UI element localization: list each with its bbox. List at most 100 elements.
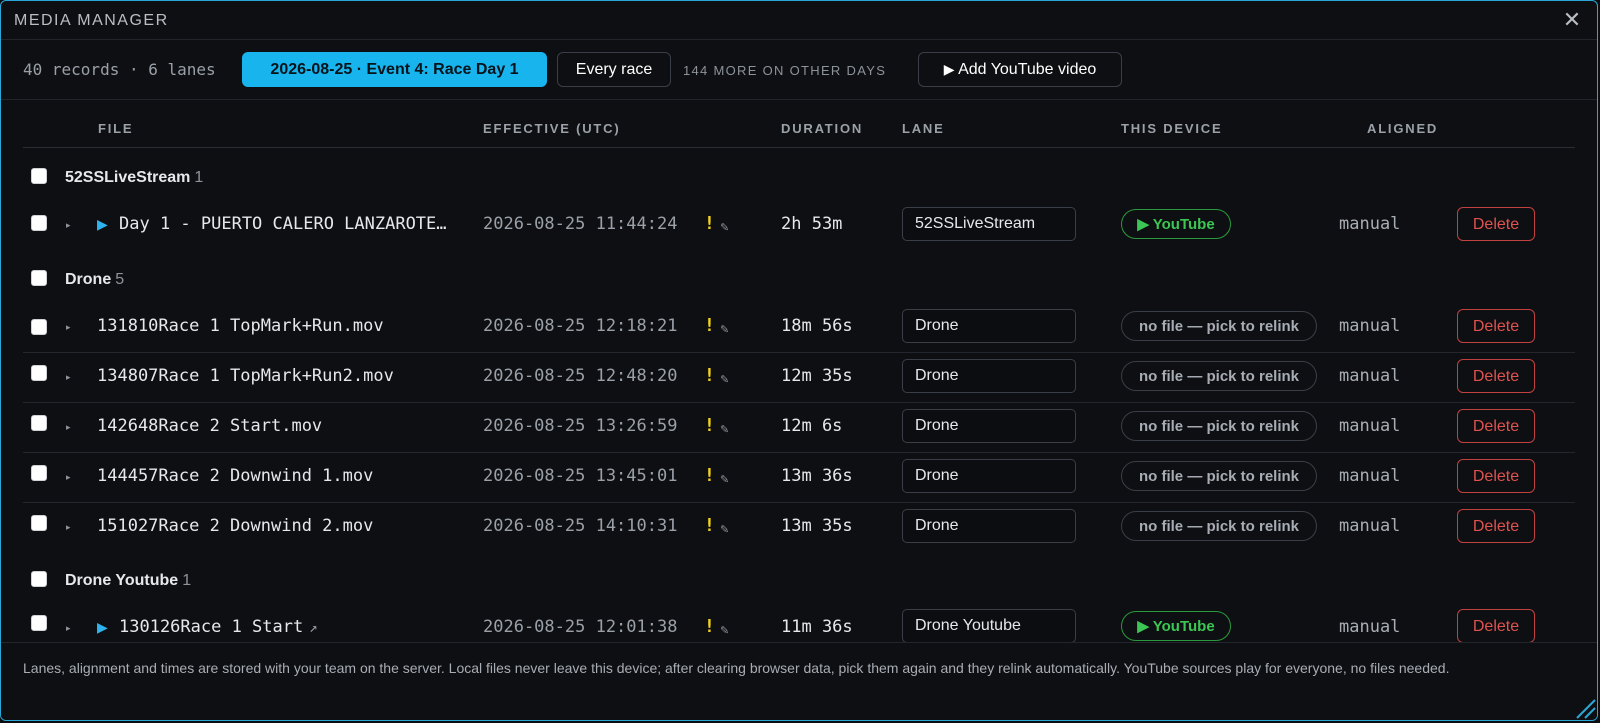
expand-caret-icon[interactable]: ▸ — [66, 472, 71, 483]
group-checkbox[interactable] — [31, 168, 47, 184]
every-race-button[interactable]: Every race — [557, 52, 671, 87]
footer-note: Lanes, alignment and times are stored wi… — [23, 660, 1450, 676]
delete-button[interactable]: Delete — [1457, 609, 1535, 643]
relink-file-button[interactable]: no file — pick to relink — [1121, 411, 1317, 441]
lane-input[interactable] — [902, 309, 1076, 343]
row-checkbox[interactable] — [31, 215, 47, 231]
resize-handle-icon[interactable] — [1571, 694, 1597, 720]
group-header: 52SSLiveStream 1 — [1, 159, 1597, 199]
column-lane: LANE — [902, 121, 945, 136]
youtube-badge[interactable]: ▶ YouTube — [1121, 209, 1231, 239]
delete-button[interactable]: Delete — [1457, 207, 1535, 241]
expand-caret-icon[interactable]: ▸ — [66, 422, 71, 433]
delete-button[interactable]: Delete — [1457, 459, 1535, 493]
duration: 13m 36s — [781, 466, 853, 486]
lane-input[interactable] — [902, 509, 1076, 543]
effective-time: 2026-08-25 12:18:21 — [483, 316, 678, 336]
lane-input[interactable] — [902, 409, 1076, 443]
expand-caret-icon[interactable]: ▸ — [66, 322, 71, 333]
file-name: 151027Race 2 Downwind 2.mov — [97, 516, 374, 536]
group-name-text: 52SSLiveStream — [65, 169, 191, 186]
column-aligned: ALIGNED — [1367, 121, 1439, 136]
relink-file-button[interactable]: no file — pick to relink — [1121, 361, 1317, 391]
more-on-other-days-link[interactable]: 144 MORE ON OTHER DAYS — [683, 63, 886, 78]
lane-input[interactable] — [902, 609, 1076, 643]
table-row: ▸ 142648Race 2 Start.mov 2026-08-25 13:2… — [23, 402, 1575, 453]
relink-file-button[interactable]: no file — pick to relink — [1121, 461, 1317, 491]
file-name: 130126Race 1 Start ↗ — [119, 617, 474, 637]
delete-button[interactable]: Delete — [1457, 309, 1535, 343]
relink-file-button[interactable]: no file — pick to relink — [1121, 311, 1317, 341]
group-count: 5 — [115, 271, 125, 288]
delete-button[interactable]: Delete — [1457, 359, 1535, 393]
group-header: Drone Youtube 1 — [1, 562, 1597, 602]
relink-file-button[interactable]: no file — pick to relink — [1121, 511, 1317, 541]
duration: 18m 56s — [781, 316, 853, 336]
youtube-badge[interactable]: ▶ YouTube — [1121, 611, 1231, 641]
expand-caret-icon[interactable]: ▸ — [66, 623, 71, 634]
effective-time: 2026-08-25 12:01:38 — [483, 617, 678, 637]
warning-icon: ! — [704, 365, 715, 386]
column-duration: DURATION — [781, 121, 864, 136]
aligned-status: manual — [1339, 617, 1401, 637]
active-day-filter[interactable]: 2026-08-25 · Event 4: Race Day 1 — [242, 52, 547, 87]
expand-caret-icon[interactable]: ▸ — [66, 522, 71, 533]
external-link-icon[interactable]: ↗ — [309, 620, 317, 636]
youtube-badge-label: YouTube — [1152, 618, 1215, 635]
group-checkbox[interactable] — [31, 270, 47, 286]
warning-icon: ! — [704, 515, 715, 536]
file-name: 144457Race 2 Downwind 1.mov — [97, 466, 374, 486]
play-icon[interactable]: ▶ — [97, 216, 108, 233]
row-checkbox[interactable] — [31, 515, 47, 531]
pencil-icon[interactable]: ✎ — [720, 423, 729, 436]
aligned-status: manual — [1339, 516, 1401, 536]
group-header: Drone 5 — [1, 261, 1597, 301]
close-icon[interactable]: ✕ — [1561, 9, 1583, 31]
group-name: Drone 5 — [65, 271, 124, 289]
column-this-device: THIS DEVICE — [1121, 121, 1223, 136]
table-row: ▸ 131810Race 1 TopMark+Run.mov 2026-08-2… — [23, 302, 1575, 353]
youtube-badge-label: YouTube — [1152, 216, 1215, 233]
group-checkbox[interactable] — [31, 571, 47, 587]
media-manager-window: MEDIA MANAGER ✕ 40 records · 6 lanes 202… — [0, 0, 1598, 721]
pencil-icon[interactable]: ✎ — [720, 373, 729, 386]
file-name: 131810Race 1 TopMark+Run.mov — [97, 316, 384, 336]
pencil-icon[interactable]: ✎ — [720, 624, 729, 637]
row-checkbox[interactable] — [31, 415, 47, 431]
pencil-icon[interactable]: ✎ — [720, 323, 729, 336]
row-checkbox[interactable] — [31, 465, 47, 481]
duration: 11m 36s — [781, 617, 853, 637]
row-checkbox[interactable] — [31, 319, 47, 335]
expand-caret-icon[interactable]: ▸ — [66, 372, 71, 383]
aligned-status: manual — [1339, 366, 1401, 386]
warning-icon: ! — [704, 616, 715, 637]
add-youtube-button[interactable]: ▶ Add YouTube video — [918, 52, 1122, 87]
delete-button[interactable]: Delete — [1457, 409, 1535, 443]
aligned-status: manual — [1339, 416, 1401, 436]
column-file: FILE — [98, 121, 134, 136]
row-checkbox[interactable] — [31, 365, 47, 381]
duration: 12m 35s — [781, 366, 853, 386]
lane-input[interactable] — [902, 459, 1076, 493]
pencil-icon[interactable]: ✎ — [720, 473, 729, 486]
lane-input[interactable] — [902, 359, 1076, 393]
lane-input[interactable] — [902, 207, 1076, 241]
duration: 13m 35s — [781, 516, 853, 536]
warning-icon: ! — [704, 465, 715, 486]
file-name: 142648Race 2 Start.mov — [97, 416, 323, 436]
effective-time: 2026-08-25 14:10:31 — [483, 516, 678, 536]
expand-caret-icon[interactable]: ▸ — [66, 220, 71, 231]
warning-icon: ! — [704, 415, 715, 436]
row-checkbox[interactable] — [31, 615, 47, 631]
pencil-icon[interactable]: ✎ — [720, 221, 729, 234]
group-name: 52SSLiveStream 1 — [65, 169, 203, 187]
file-name: Day 1 - PUERTO CALERO LANZAROTE… — [119, 214, 447, 234]
group-name: Drone Youtube 1 — [65, 572, 191, 590]
table-row: ▸ 144457Race 2 Downwind 1.mov 2026-08-25… — [23, 452, 1575, 503]
window-title: MEDIA MANAGER — [14, 12, 169, 29]
pencil-icon[interactable]: ✎ — [720, 523, 729, 536]
file-name-text: 130126Race 1 Start — [119, 617, 304, 637]
delete-button[interactable]: Delete — [1457, 509, 1535, 543]
aligned-status: manual — [1339, 316, 1401, 336]
play-icon[interactable]: ▶ — [97, 619, 108, 636]
